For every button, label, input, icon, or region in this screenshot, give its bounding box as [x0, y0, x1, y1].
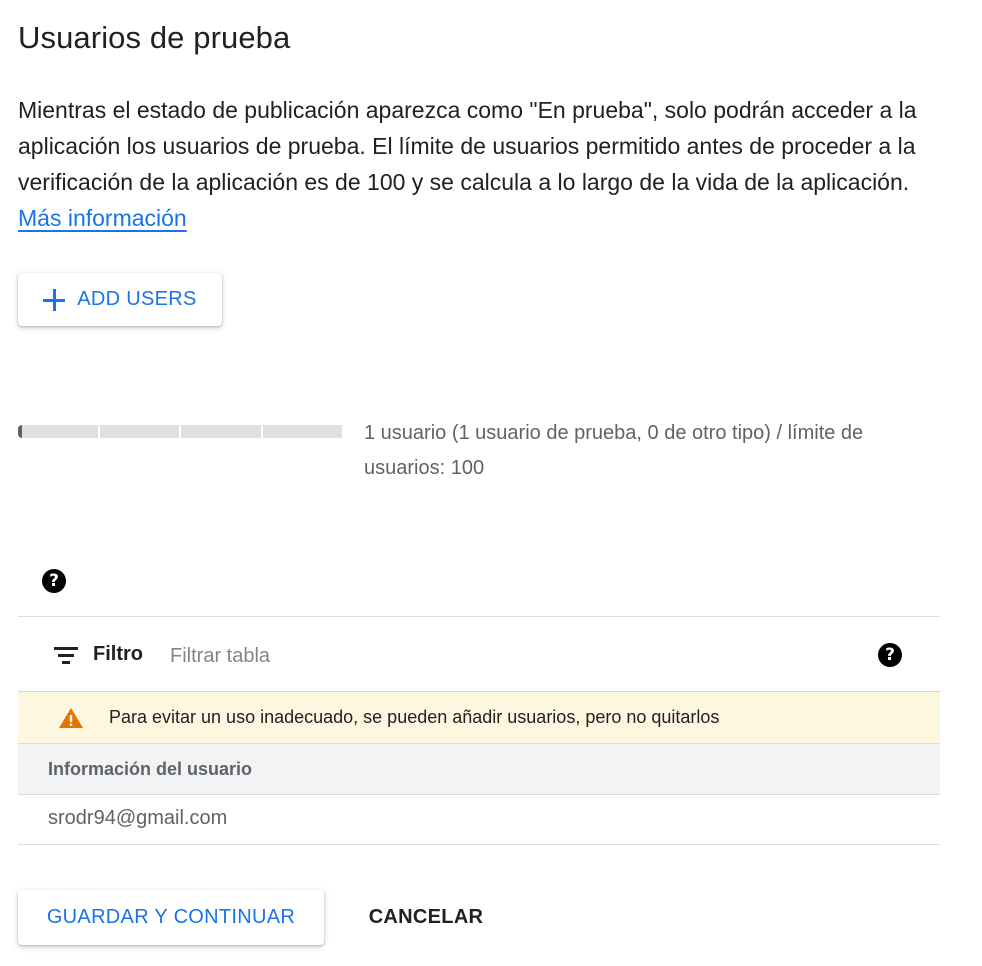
- warning-text: Para evitar un uso inadecuado, se pueden…: [109, 707, 720, 727]
- filter-bar: Filtro: [18, 617, 940, 691]
- table-header: Información del usuario: [18, 744, 940, 795]
- filter-input[interactable]: [170, 641, 770, 671]
- add-users-button[interactable]: ADD USERS: [18, 273, 222, 326]
- description-text: Mientras el estado de publicación aparez…: [18, 97, 917, 195]
- help-icon[interactable]: ?: [42, 569, 66, 593]
- test-users-table: Filtro Para evitar un uso inadecuado, se…: [18, 616, 940, 845]
- filter-label: Filtro: [93, 643, 143, 665]
- progress-segment: [262, 425, 342, 438]
- progress-segment: [18, 425, 98, 438]
- save-and-continue-button[interactable]: GUARDAR Y CONTINUAR: [18, 890, 324, 945]
- page-description: Mientras el estado de publicación aparez…: [18, 92, 948, 236]
- column-header-user-info: Información del usuario: [48, 759, 253, 779]
- filter-icon[interactable]: [54, 647, 78, 665]
- page-title: Usuarios de prueba: [18, 20, 291, 55]
- warning-icon: [59, 708, 83, 728]
- plus-icon: [43, 288, 66, 311]
- user-count-text: 1 usuario (1 usuario de prueba, 0 de otr…: [364, 422, 864, 479]
- add-users-label: ADD USERS: [77, 288, 197, 310]
- cancel-button[interactable]: CANCELAR: [346, 890, 506, 945]
- table-row[interactable]: srodr94@gmail.com: [18, 795, 940, 845]
- learn-more-link[interactable]: Más información: [18, 205, 187, 231]
- user-limit-progress-bar: [18, 425, 342, 438]
- save-and-continue-label: GUARDAR Y CONTINUAR: [46, 906, 296, 928]
- warning-banner: Para evitar un uso inadecuado, se pueden…: [18, 691, 940, 744]
- progress-segment: [181, 425, 261, 438]
- progress-segment: [99, 425, 179, 438]
- table-help-icon[interactable]: ?: [878, 643, 902, 667]
- user-email-cell: srodr94@gmail.com: [48, 807, 228, 829]
- progress-fill: [18, 425, 22, 438]
